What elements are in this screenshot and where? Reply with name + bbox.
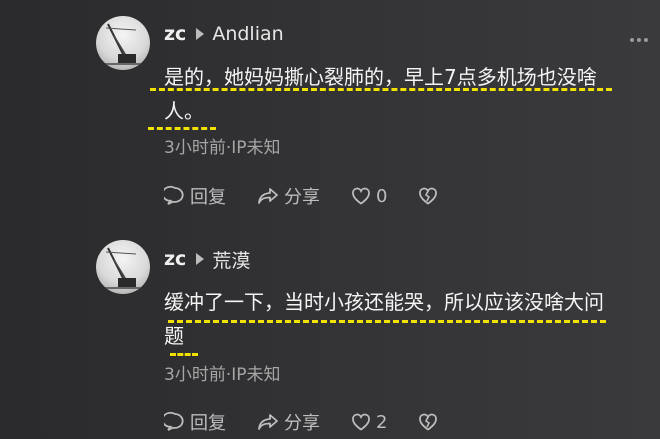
share-button[interactable]: 分享	[256, 409, 320, 435]
highlight-underline	[168, 320, 606, 323]
reply-arrow-icon	[196, 253, 205, 265]
avatar[interactable]	[96, 240, 150, 294]
username[interactable]: zc	[164, 23, 186, 45]
highlight-underline	[170, 353, 198, 356]
like-count: 0	[376, 185, 388, 207]
comment-meta: 3小时前·IP未知	[164, 365, 281, 385]
dislike-button[interactable]	[417, 185, 439, 207]
share-icon	[258, 414, 278, 430]
broken-heart-icon	[419, 187, 438, 205]
reply-arrow-icon	[196, 28, 205, 40]
heart-icon	[352, 187, 370, 205]
heart-icon	[352, 413, 370, 431]
reply-to-username[interactable]: Andlian	[212, 23, 283, 45]
comment-meta: 3小时前·IP未知	[164, 138, 281, 158]
share-icon	[258, 188, 278, 204]
avatar-crane-image	[100, 247, 146, 289]
comment-text-line: 人。	[164, 99, 204, 123]
comment-text-line: 缓冲了一下，当时小孩还能哭，所以应该没啥大问	[164, 290, 604, 314]
comment-text: 缓冲了一下，当时小孩还能哭，所以应该没啥大问 题	[164, 285, 624, 353]
share-label: 分享	[284, 187, 320, 208]
comment-bubble-icon	[164, 185, 184, 205]
comment-text-line: 题	[164, 324, 184, 348]
highlight-underline	[148, 127, 216, 130]
more-icon[interactable]	[630, 38, 648, 42]
dislike-button[interactable]	[417, 411, 439, 433]
reply-label: 回复	[190, 413, 226, 434]
reply-label: 回复	[190, 187, 226, 208]
reply-button[interactable]: 回复	[164, 183, 226, 209]
comment-bubble-icon	[164, 411, 184, 431]
like-button[interactable]: 0	[350, 185, 387, 207]
highlight-underline	[150, 88, 612, 91]
username[interactable]: zc	[164, 248, 186, 270]
share-label: 分享	[284, 413, 320, 434]
like-count: 2	[376, 411, 388, 433]
comment-text: 是的，她妈妈撕心裂肺的，早上7点多机场也没啥 人。	[164, 60, 624, 128]
broken-heart-icon	[419, 413, 438, 431]
avatar-crane-image	[100, 23, 146, 65]
like-button[interactable]: 2	[350, 411, 387, 433]
reply-button[interactable]: 回复	[164, 409, 226, 435]
reply-to-username[interactable]: 荒漠	[212, 246, 250, 273]
avatar[interactable]	[96, 16, 150, 70]
share-button[interactable]: 分享	[256, 183, 320, 209]
